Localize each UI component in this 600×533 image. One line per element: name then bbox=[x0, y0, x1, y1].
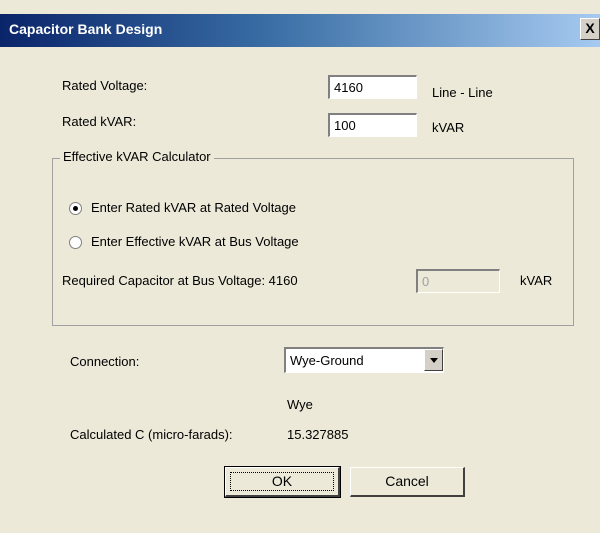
connection-selected-value: Wye-Ground bbox=[290, 353, 364, 368]
required-capacitor-input: 0 bbox=[416, 269, 500, 293]
rated-voltage-input[interactable]: 4160 bbox=[328, 75, 417, 99]
connection-label: Connection: bbox=[70, 354, 140, 369]
rated-kvar-input[interactable]: 100 bbox=[328, 113, 417, 137]
window-title: Capacitor Bank Design bbox=[9, 21, 163, 37]
capacitor-bank-dialog: Capacitor Bank Design X Rated Voltage: 4… bbox=[0, 0, 600, 533]
effective-kvar-radio[interactable] bbox=[69, 236, 82, 249]
calculated-c-value: 15.327885 bbox=[287, 427, 349, 442]
rated-voltage-unit: Line - Line bbox=[432, 85, 493, 100]
required-capacitor-unit: kVAR bbox=[520, 273, 553, 288]
required-capacitor-label: Required Capacitor at Bus Voltage: 4160 bbox=[62, 273, 298, 288]
rated-kvar-radio[interactable] bbox=[69, 202, 82, 215]
rated-kvar-unit: kVAR bbox=[432, 120, 465, 135]
effective-kvar-title: Effective kVAR Calculator bbox=[60, 149, 214, 164]
ok-button[interactable]: OK bbox=[224, 466, 341, 498]
cancel-button[interactable]: Cancel bbox=[350, 467, 465, 497]
radio-selected-dot bbox=[73, 206, 78, 211]
close-button[interactable]: X bbox=[580, 18, 600, 40]
connection-type-text: Wye bbox=[287, 397, 313, 412]
effective-kvar-groupbox: Effective kVAR Calculator Enter Rated kV… bbox=[52, 149, 574, 326]
rated-kvar-option-label[interactable]: Enter Rated kVAR at Rated Voltage bbox=[91, 200, 296, 215]
title-bar: Capacitor Bank Design X bbox=[0, 14, 600, 47]
effective-kvar-option-label[interactable]: Enter Effective kVAR at Bus Voltage bbox=[91, 234, 299, 249]
rated-voltage-label: Rated Voltage: bbox=[62, 78, 148, 93]
connection-select[interactable]: Wye-Ground bbox=[284, 347, 444, 373]
chevron-down-icon[interactable] bbox=[424, 349, 443, 371]
calculated-c-label: Calculated C (micro-farads): bbox=[70, 427, 233, 442]
rated-kvar-label: Rated kVAR: bbox=[62, 114, 137, 129]
close-icon: X bbox=[585, 20, 595, 36]
